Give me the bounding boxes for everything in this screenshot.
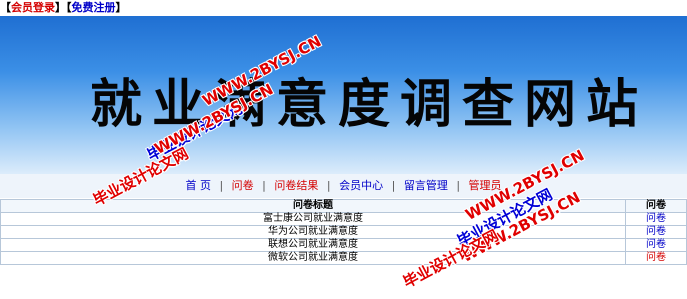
nav-home[interactable]: 首 页 xyxy=(185,179,211,192)
nav-survey-results[interactable]: 问卷结果 xyxy=(274,179,318,192)
bracket-right: 】 xyxy=(55,1,66,14)
header-banner: 就业满意度调查网站 xyxy=(0,16,687,174)
table-row: 富士康公司就业满意度 问卷 xyxy=(0,212,687,226)
table-row: 华为公司就业满意度 问卷 xyxy=(0,225,687,239)
member-login-link[interactable]: 会员登录 xyxy=(11,1,55,14)
bracket-right-2: 】 xyxy=(115,1,127,14)
nav-separator: | xyxy=(262,179,266,192)
survey-table: 问卷标题 问卷 富士康公司就业满意度 问卷 华为公司就业满意度 问卷 联想公司就… xyxy=(0,199,687,265)
nav-separator: | xyxy=(326,179,331,192)
header-survey: 问卷 xyxy=(625,199,687,213)
nav-separator: | xyxy=(219,179,224,192)
nav-member-center[interactable]: 会员中心 xyxy=(339,179,383,192)
nav-survey[interactable]: 问卷 xyxy=(232,179,254,192)
table-row: 联想公司就业满意度 问卷 xyxy=(0,238,687,252)
survey-title-cell: 微软公司就业满意度 xyxy=(0,251,626,265)
survey-table-wrap: 问卷标题 问卷 富士康公司就业满意度 问卷 华为公司就业满意度 问卷 联想公司就… xyxy=(0,199,687,265)
nav-separator: | xyxy=(456,179,461,192)
survey-link[interactable]: 问卷 xyxy=(625,251,687,265)
bracket-left: 【 xyxy=(0,1,11,14)
top-bar: 【会员登录】【免费注册】 xyxy=(0,0,687,16)
survey-link[interactable]: 问卷 xyxy=(625,238,687,252)
survey-title-cell: 联想公司就业满意度 xyxy=(0,238,626,252)
survey-link[interactable]: 问卷 xyxy=(625,225,687,239)
table-row: 微软公司就业满意度 问卷 xyxy=(0,251,687,265)
site-title: 就业满意度调查网站 xyxy=(90,74,649,135)
free-register-link[interactable]: 免费注册 xyxy=(72,1,116,14)
nav-separator: | xyxy=(391,179,396,192)
survey-link[interactable]: 问卷 xyxy=(625,212,687,226)
nav-message-manage[interactable]: 留言管理 xyxy=(404,179,448,192)
